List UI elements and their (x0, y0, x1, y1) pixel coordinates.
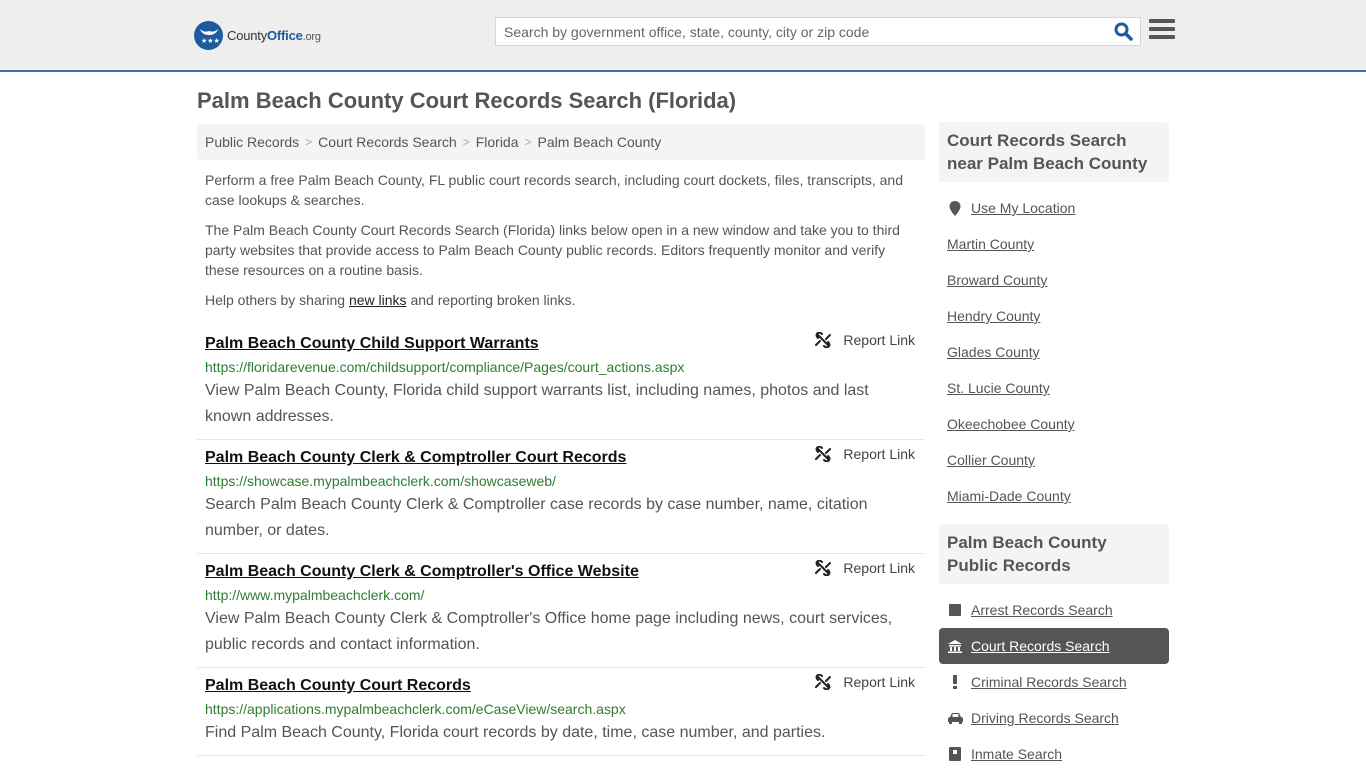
hamburger-menu-button[interactable] (1149, 19, 1175, 43)
intro-paragraph-2: The Palm Beach County Court Records Sear… (205, 222, 900, 278)
nearby-county-item[interactable]: Hendry County (939, 298, 1169, 334)
broken-link-icon (815, 332, 832, 348)
courthouse-icon (947, 639, 963, 653)
public-record-item-criminal[interactable]: Criminal Records Search (939, 664, 1169, 700)
menu-bar (1149, 35, 1175, 39)
intro-paragraph-3: Help others by sharing new links and rep… (205, 292, 576, 308)
public-record-item-arrest[interactable]: Arrest Records Search (939, 592, 1169, 628)
inmate-icon (947, 747, 963, 761)
broken-link-icon (815, 446, 832, 462)
result-description: View Palm Beach County, Florida child su… (205, 382, 869, 425)
nearby-heading: Court Records Search near Palm Beach Cou… (939, 122, 1169, 182)
result-url: http://www.mypalmbeachclerk.com/ (205, 587, 425, 603)
breadcrumb-separator: > (524, 135, 532, 149)
use-my-location-item[interactable]: Use My Location (939, 190, 1169, 226)
search-button[interactable] (1106, 18, 1140, 45)
result-item: Palm Beach County Child Support Warrants… (197, 326, 925, 440)
result-description: View Palm Beach County Clerk & Comptroll… (205, 610, 893, 653)
eagle-stars-logo-icon: ★★★ (194, 20, 223, 50)
result-title-link[interactable]: Palm Beach County Clerk & Comptroller Co… (205, 448, 626, 468)
result-description: Find Palm Beach County, Florida court re… (205, 724, 826, 741)
logo-wordmark: CountyOffice.org (227, 27, 321, 43)
result-item: Palm Beach County Clerk & Comptroller Co… (197, 440, 925, 554)
nearby-county-item[interactable]: Miami-Dade County (939, 478, 1169, 514)
public-record-item-inmate[interactable]: Inmate Search (939, 736, 1169, 772)
result-url: https://floridarevenue.com/childsupport/… (205, 359, 685, 375)
breadcrumb-florida[interactable]: Florida (476, 134, 519, 150)
search-input[interactable] (496, 18, 1106, 45)
public-record-link[interactable]: Court Records Search (971, 638, 1110, 654)
nearby-county-item[interactable]: Collier County (939, 442, 1169, 478)
nearby-county-link[interactable]: Broward County (947, 272, 1047, 288)
nearby-county-link[interactable]: Miami-Dade County (947, 488, 1071, 504)
broken-link-icon (815, 560, 832, 576)
result-title-link[interactable]: Palm Beach County Child Support Warrants (205, 334, 539, 354)
search-icon (1114, 22, 1133, 41)
menu-bar (1149, 27, 1175, 31)
public-record-link[interactable]: Criminal Records Search (971, 674, 1127, 690)
page-title: Palm Beach County Court Records Search (… (197, 88, 737, 113)
nearby-county-link[interactable]: Okeechobee County (947, 416, 1075, 432)
sidebar: Court Records Search near Palm Beach Cou… (939, 122, 1169, 780)
exclamation-icon (947, 675, 963, 689)
breadcrumb-separator: > (305, 135, 313, 149)
result-url: https://showcase.mypalmbeachclerk.com/sh… (205, 473, 556, 489)
public-record-item-court[interactable]: Court Records Search (939, 628, 1169, 664)
site-logo[interactable]: ★★★ CountyOffice.org (194, 20, 321, 50)
nearby-county-item[interactable]: St. Lucie County (939, 370, 1169, 406)
square-icon (947, 604, 963, 616)
nearby-county-link[interactable]: Martin County (947, 236, 1034, 252)
breadcrumb-separator: > (462, 135, 470, 149)
public-record-link[interactable]: Driving Records Search (971, 710, 1119, 726)
site-search (495, 17, 1141, 46)
intro-text: Perform a free Palm Beach County, FL pub… (205, 170, 917, 320)
report-link-button[interactable]: Report Link (815, 674, 915, 690)
public-record-item-driving[interactable]: Driving Records Search (939, 700, 1169, 736)
nearby-county-item[interactable]: Glades County (939, 334, 1169, 370)
svg-text:★★★: ★★★ (201, 37, 220, 45)
report-link-button[interactable]: Report Link (815, 332, 915, 348)
menu-bar (1149, 19, 1175, 23)
site-header: ★★★ CountyOffice.org (0, 0, 1366, 72)
nearby-county-link[interactable]: Hendry County (947, 308, 1040, 324)
use-my-location-link[interactable]: Use My Location (971, 200, 1075, 216)
public-record-link[interactable]: Inmate Search (971, 746, 1062, 762)
report-link-button[interactable]: Report Link (815, 446, 915, 462)
public-records-heading: Palm Beach County Public Records (939, 524, 1169, 584)
nearby-list: Use My Location Martin County Broward Co… (939, 182, 1169, 522)
nearby-county-item[interactable]: Martin County (939, 226, 1169, 262)
breadcrumb-court-records-search[interactable]: Court Records Search (318, 134, 457, 150)
breadcrumb-public-records[interactable]: Public Records (205, 134, 299, 150)
result-item: Palm Beach County Clerk & Comptroller's … (197, 554, 925, 668)
map-marker-icon (947, 200, 963, 216)
public-record-link[interactable]: Arrest Records Search (971, 602, 1113, 618)
result-description: Search Palm Beach County Clerk & Comptro… (205, 496, 868, 539)
result-title-link[interactable]: Palm Beach County Clerk & Comptroller's … (205, 562, 639, 582)
results-list: Palm Beach County Child Support Warrants… (197, 326, 925, 756)
intro-paragraph-1: Perform a free Palm Beach County, FL pub… (205, 172, 903, 208)
nearby-county-item[interactable]: Broward County (939, 262, 1169, 298)
breadcrumb: Public Records > Court Records Search > … (197, 124, 925, 160)
nearby-county-item[interactable]: Okeechobee County (939, 406, 1169, 442)
result-item: Palm Beach County Court Records Report L… (197, 668, 925, 756)
new-links-link[interactable]: new links (349, 292, 407, 308)
result-url: https://applications.mypalmbeachclerk.co… (205, 701, 626, 717)
nearby-county-link[interactable]: St. Lucie County (947, 380, 1050, 396)
public-records-list: Arrest Records Search Court Records Sear… (939, 584, 1169, 780)
breadcrumb-palm-beach-county[interactable]: Palm Beach County (538, 134, 662, 150)
result-title-link[interactable]: Palm Beach County Court Records (205, 676, 471, 696)
car-icon (947, 712, 963, 724)
broken-link-icon (815, 674, 832, 690)
nearby-county-link[interactable]: Glades County (947, 344, 1040, 360)
nearby-county-link[interactable]: Collier County (947, 452, 1035, 468)
report-link-button[interactable]: Report Link (815, 560, 915, 576)
